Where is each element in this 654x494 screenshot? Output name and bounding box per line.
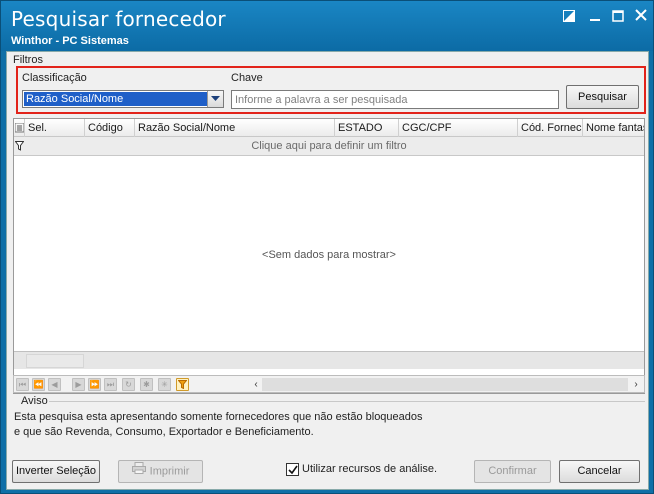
imprimir-label: Imprimir <box>149 465 190 478</box>
grid-header: Sel. Código Razão Social/Nome ESTADO CGC… <box>14 119 644 137</box>
filter-prompt[interactable]: Clique aqui para definir um filtro <box>14 140 644 152</box>
restore-icon[interactable] <box>559 8 579 26</box>
maximize-icon[interactable] <box>608 8 628 26</box>
classificacao-label: Classificação <box>22 72 87 84</box>
aviso-label: Aviso <box>21 395 48 407</box>
aviso-divider <box>49 401 645 402</box>
column-header-cod-fornec[interactable]: Cód. Fornec <box>517 119 582 137</box>
analise-checkbox[interactable] <box>286 463 299 476</box>
title-bar[interactable]: Pesquisar fornecedor Winthor - PC Sistem… <box>1 1 653 51</box>
column-header-estado[interactable]: ESTADO <box>334 119 398 137</box>
grid-filter-row[interactable]: Clique aqui para definir um filtro <box>14 137 644 156</box>
filter-icon[interactable] <box>176 378 189 391</box>
horizontal-scrollbar[interactable] <box>262 378 628 391</box>
aviso-line-1: Esta pesquisa esta apresentando somente … <box>14 411 423 423</box>
dialog-body: Filtros Classificação Razão Social/Nome … <box>6 51 649 490</box>
column-header-nome-fantasia[interactable]: Nome fantasia <box>582 119 644 137</box>
previous-record-icon[interactable]: ◀ <box>48 378 61 391</box>
insert-record-icon[interactable]: ✱ <box>140 378 153 391</box>
scroll-right-arrow-icon[interactable]: › <box>630 378 642 391</box>
pesquisar-button[interactable]: Pesquisar <box>566 85 639 109</box>
aviso-line-2: e que são Revenda, Consumo, Exportador e… <box>14 426 314 438</box>
analise-checkbox-label[interactable]: Utilizar recursos de análise. <box>302 463 437 475</box>
empty-grid-message: <Sem dados para mostrar> <box>262 249 396 261</box>
next-record-icon[interactable]: ▶ <box>72 378 85 391</box>
suppliers-grid[interactable]: Sel. Código Razão Social/Nome ESTADO CGC… <box>13 118 645 394</box>
cancelar-button[interactable]: Cancelar <box>559 460 640 483</box>
printer-icon <box>131 461 146 482</box>
grid-navigator: ⏮ ⏪ ◀ ▶ ⏩ ⏭ ↻ ✱ ✳ ‹ › <box>13 375 645 393</box>
filtros-group-label: Filtros <box>13 54 43 66</box>
column-header-razao-social[interactable]: Razão Social/Nome <box>134 119 334 137</box>
classificacao-selected-value: Razão Social/Nome <box>23 91 208 107</box>
column-header-sel[interactable]: Sel. <box>24 119 84 137</box>
chave-search-input[interactable] <box>231 90 559 109</box>
window-title: Pesquisar fornecedor <box>11 7 226 31</box>
scroll-left-arrow-icon[interactable]: ‹ <box>250 378 262 391</box>
chevron-down-icon[interactable] <box>207 91 223 107</box>
inverter-selecao-button[interactable]: Inverter Seleção <box>12 460 100 483</box>
previous-page-icon[interactable]: ⏪ <box>32 378 45 391</box>
first-record-icon[interactable]: ⏮ <box>16 378 29 391</box>
column-header-cgc-cpf[interactable]: CGC/CPF <box>398 119 517 137</box>
dialog-window: Pesquisar fornecedor Winthor - PC Sistem… <box>0 0 654 494</box>
classificacao-select[interactable]: Razão Social/Nome <box>22 90 224 108</box>
column-header-codigo[interactable]: Código <box>84 119 134 137</box>
chave-label: Chave <box>231 72 263 84</box>
last-record-icon[interactable]: ⏭ <box>104 378 117 391</box>
grid-footer-band <box>14 351 644 369</box>
close-icon[interactable] <box>631 8 651 26</box>
cancel-edit-icon[interactable]: ✳ <box>158 378 171 391</box>
grid-footer-cell <box>26 354 84 368</box>
next-page-icon[interactable]: ⏩ <box>88 378 101 391</box>
imprimir-button[interactable]: Imprimir <box>118 460 203 483</box>
refresh-icon[interactable]: ↻ <box>122 378 135 391</box>
window-subtitle: Winthor - PC Sistemas <box>11 35 129 47</box>
minimize-icon[interactable] <box>585 8 605 26</box>
confirmar-button[interactable]: Confirmar <box>474 460 551 483</box>
